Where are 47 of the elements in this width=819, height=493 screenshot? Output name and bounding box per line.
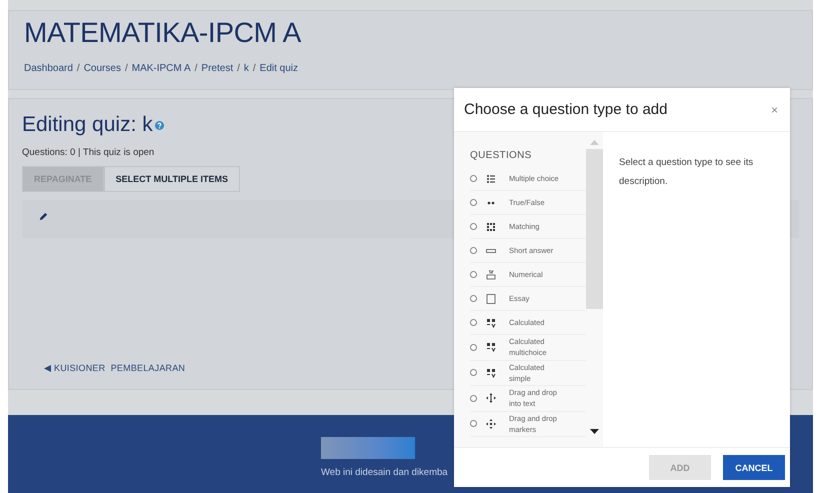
breadcrumb-separator: / [237, 63, 240, 74]
radio-button[interactable] [470, 223, 477, 230]
left-triangle-icon [44, 364, 51, 372]
help-icon[interactable] [154, 120, 164, 130]
close-button[interactable]: × [768, 97, 780, 122]
toolbar-button[interactable]: SELECT MULTIPLE ITEMS [104, 166, 240, 192]
breadcrumb-separator: / [194, 63, 198, 74]
square-icon [486, 294, 496, 304]
radio-button[interactable] [470, 319, 477, 326]
quiz-status: Questions: 0 | This quiz is open [22, 147, 154, 158]
description-text: Select a question type to see its description. [618, 156, 754, 189]
number-field-icon [486, 270, 496, 280]
footer-text: Web ini didesain dan dikemba [321, 467, 448, 478]
formula-icon [486, 368, 496, 378]
breadcrumb-link[interactable]: Courses [84, 63, 121, 74]
breadcrumb-link[interactable]: k [244, 63, 249, 74]
radio-button[interactable] [470, 199, 477, 206]
radio-button[interactable] [470, 295, 477, 302]
breadcrumb-separator: / [124, 63, 128, 74]
formula-icon [486, 342, 496, 352]
radio-button[interactable] [470, 420, 477, 428]
scrollbar-thumb[interactable] [586, 149, 603, 309]
scroll-down-icon[interactable] [590, 429, 599, 434]
breadcrumb-link[interactable]: Edit quiz [260, 63, 298, 74]
breadcrumb-separator: / [252, 63, 256, 74]
pencil-icon[interactable] [39, 212, 48, 221]
radio-button[interactable] [470, 394, 477, 402]
breadcrumb-separator: / [76, 63, 80, 74]
radio-button[interactable] [470, 247, 477, 254]
radio-button[interactable] [470, 175, 477, 182]
breadcrumb-link[interactable]: Pretest [201, 63, 234, 74]
radio-button[interactable] [470, 344, 477, 351]
dot-grid-icon [486, 222, 496, 232]
section-label: QUESTIONS [470, 150, 533, 161]
course-title: MATEMATIKA-IPCM A [24, 17, 302, 49]
move-arrows-icon [486, 418, 496, 429]
page-heading: Editing quiz: k [22, 113, 153, 137]
breadcrumb-link[interactable]: MAK-IPCM A [132, 63, 191, 74]
dialog-button[interactable]: CANCEL [723, 455, 785, 480]
breadcrumb-link[interactable]: Dashboard [24, 63, 73, 74]
move-arrows-icon [486, 393, 496, 404]
formula-icon [486, 318, 496, 328]
radio-button[interactable] [470, 369, 477, 376]
list-icon [486, 174, 496, 184]
dialog-title: Choose a question type to add [464, 101, 668, 118]
previous-activity-link[interactable]: KUISIONER PEMBELAJARAN [54, 363, 186, 373]
radio-button[interactable] [470, 271, 477, 278]
